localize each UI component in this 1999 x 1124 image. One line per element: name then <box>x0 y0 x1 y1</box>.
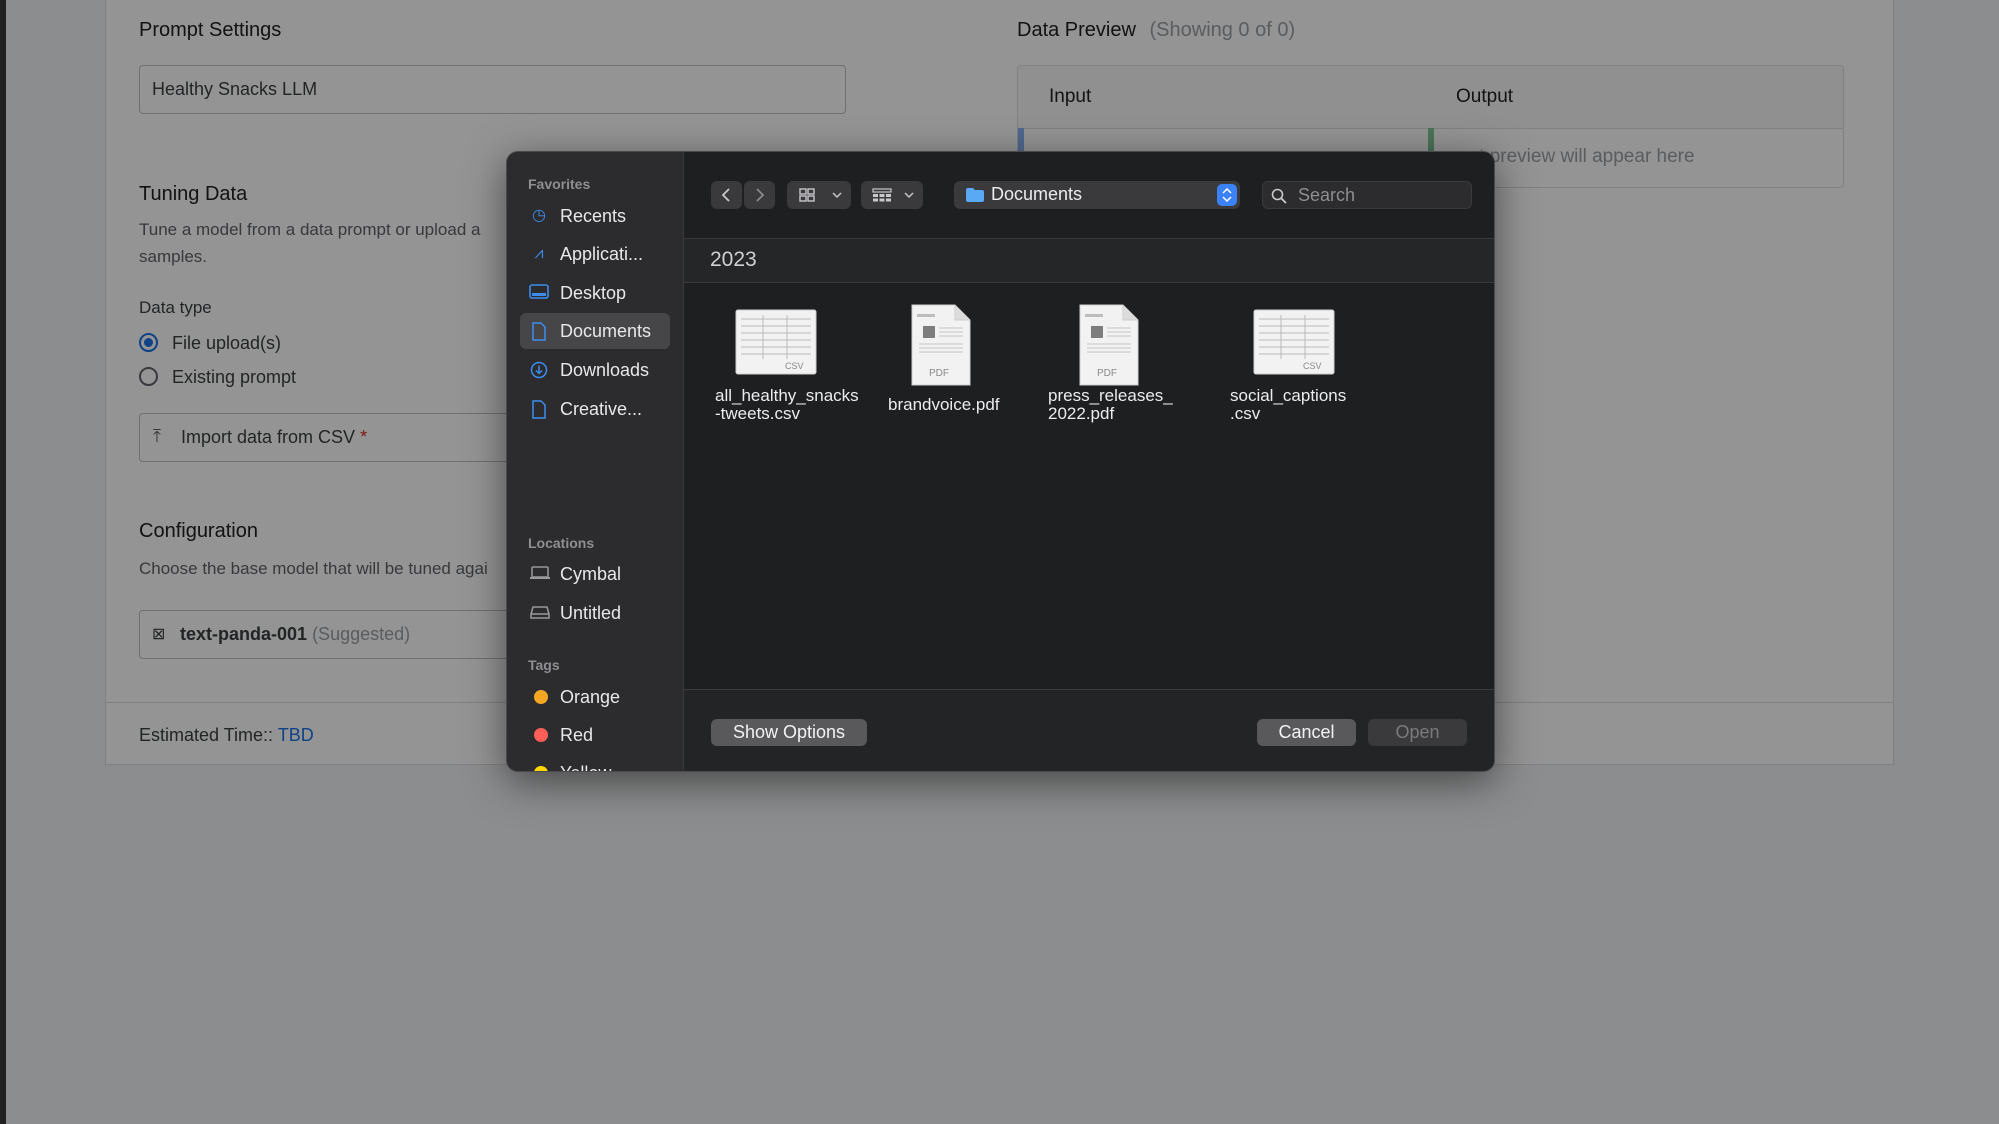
applications-icon: ⩘ <box>534 245 544 262</box>
yellow-tag-dot-icon <box>534 766 548 771</box>
drive-icon <box>529 604 550 622</box>
favorites-section-label: Favorites <box>528 176 591 192</box>
sidebar-item-untitled[interactable]: Untitled <box>520 595 670 631</box>
sidebar-item-label: Creative... <box>560 399 643 419</box>
chevron-left-icon <box>721 188 730 202</box>
sidebar-item-recents[interactable]: ◷ Recents <box>520 198 670 234</box>
tags-section-label: Tags <box>528 657 560 673</box>
chevron-right-icon <box>756 188 765 202</box>
dialog-main: Documents Search 2023 CSV all_healthy_sn… <box>684 152 1494 771</box>
red-tag-dot-icon <box>534 728 548 742</box>
file-item[interactable]: CSV all_healthy_snacks -tweets.csv <box>706 304 859 434</box>
sidebar-item-cymbal[interactable]: Cymbal <box>520 556 670 592</box>
desktop-icon <box>529 284 549 302</box>
group-header-divider <box>684 282 1494 283</box>
location-value: Documents <box>991 184 1083 204</box>
file-open-dialog: Favorites ◷ Recents ⩘ Applicati... Deskt… <box>506 151 1495 772</box>
sidebar-item-downloads[interactable]: Downloads <box>520 352 670 388</box>
locations-section-label: Locations <box>528 535 595 551</box>
sidebar-item-label: Cymbal <box>560 564 622 584</box>
group-header-bar <box>684 239 1494 282</box>
file-item[interactable]: CSV social_captions .csv <box>1224 304 1374 434</box>
cancel-button[interactable]: Cancel <box>1257 719 1356 746</box>
sidebar-item-label: Applicati... <box>560 244 644 264</box>
file-name: brandvoice.pdf <box>888 395 1000 414</box>
pdf-file-icon: PDF <box>1079 304 1139 386</box>
sidebar-item-label: Yellow <box>560 763 611 771</box>
file-name: social_captions .csv <box>1230 386 1347 423</box>
svg-text:PDF: PDF <box>929 368 949 379</box>
sidebar-item-label: Untitled <box>560 603 622 623</box>
sidebar-item-label: Recents <box>560 206 627 226</box>
show-options-button[interactable]: Show Options <box>711 719 867 746</box>
sidebar-item-label: Desktop <box>560 283 627 303</box>
svg-text:CSV: CSV <box>785 361 804 371</box>
svg-text:CSV: CSV <box>1303 361 1322 371</box>
sidebar-item-label: Red <box>560 725 594 745</box>
file-item[interactable]: PDF press_releases_ 2022.pdf <box>1042 304 1182 434</box>
folder-icon <box>966 188 984 202</box>
sidebar-item-applications[interactable]: ⩘ Applicati... <box>520 236 670 272</box>
view-mode-button[interactable] <box>787 181 851 209</box>
group-icon <box>872 188 892 202</box>
forward-button[interactable] <box>744 181 775 209</box>
download-icon <box>529 361 549 379</box>
sidebar-tag-orange[interactable]: Orange <box>520 679 670 715</box>
sidebar-item-creative[interactable]: Creative... <box>520 391 670 427</box>
document-icon <box>529 400 549 419</box>
popup-stepper-icon <box>1217 184 1237 206</box>
sidebar-item-desktop[interactable]: Desktop <box>520 275 670 311</box>
group-by-button[interactable] <box>861 181 923 209</box>
sidebar-item-documents[interactable]: Documents <box>520 313 670 349</box>
dialog-sidebar: Favorites ◷ Recents ⩘ Applicati... Deskt… <box>507 152 684 771</box>
sidebar-tag-yellow[interactable]: Yellow <box>520 755 670 771</box>
group-header-year: 2023 <box>710 248 757 271</box>
search-input[interactable]: Search <box>1262 181 1472 209</box>
open-button[interactable]: Open <box>1368 719 1467 746</box>
grid-view-icon <box>799 188 815 202</box>
svg-text:PDF: PDF <box>1097 368 1117 379</box>
file-name: all_healthy_snacks -tweets.csv <box>715 386 859 423</box>
csv-file-icon: CSV <box>1253 309 1335 375</box>
clock-icon: ◷ <box>532 207 546 224</box>
sidebar-item-label: Documents <box>560 321 652 341</box>
file-item[interactable]: PDF brandvoice.pdf <box>874 304 1014 434</box>
file-name: press_releases_ 2022.pdf <box>1048 386 1173 423</box>
pdf-file-icon: PDF <box>911 304 971 386</box>
chevron-down-icon <box>832 192 842 199</box>
location-popup[interactable]: Documents <box>954 181 1240 209</box>
sidebar-tag-red[interactable]: Red <box>520 717 670 753</box>
laptop-icon <box>529 565 550 583</box>
sidebar-item-label: Downloads <box>560 360 650 380</box>
back-button[interactable] <box>711 181 742 209</box>
csv-file-icon: CSV <box>735 309 817 375</box>
search-placeholder: Search <box>1298 185 1356 205</box>
search-icon <box>1271 188 1287 204</box>
chevron-down-icon <box>904 192 914 199</box>
document-icon <box>529 322 549 341</box>
sidebar-item-label: Orange <box>560 687 621 707</box>
orange-tag-dot-icon <box>534 690 548 704</box>
